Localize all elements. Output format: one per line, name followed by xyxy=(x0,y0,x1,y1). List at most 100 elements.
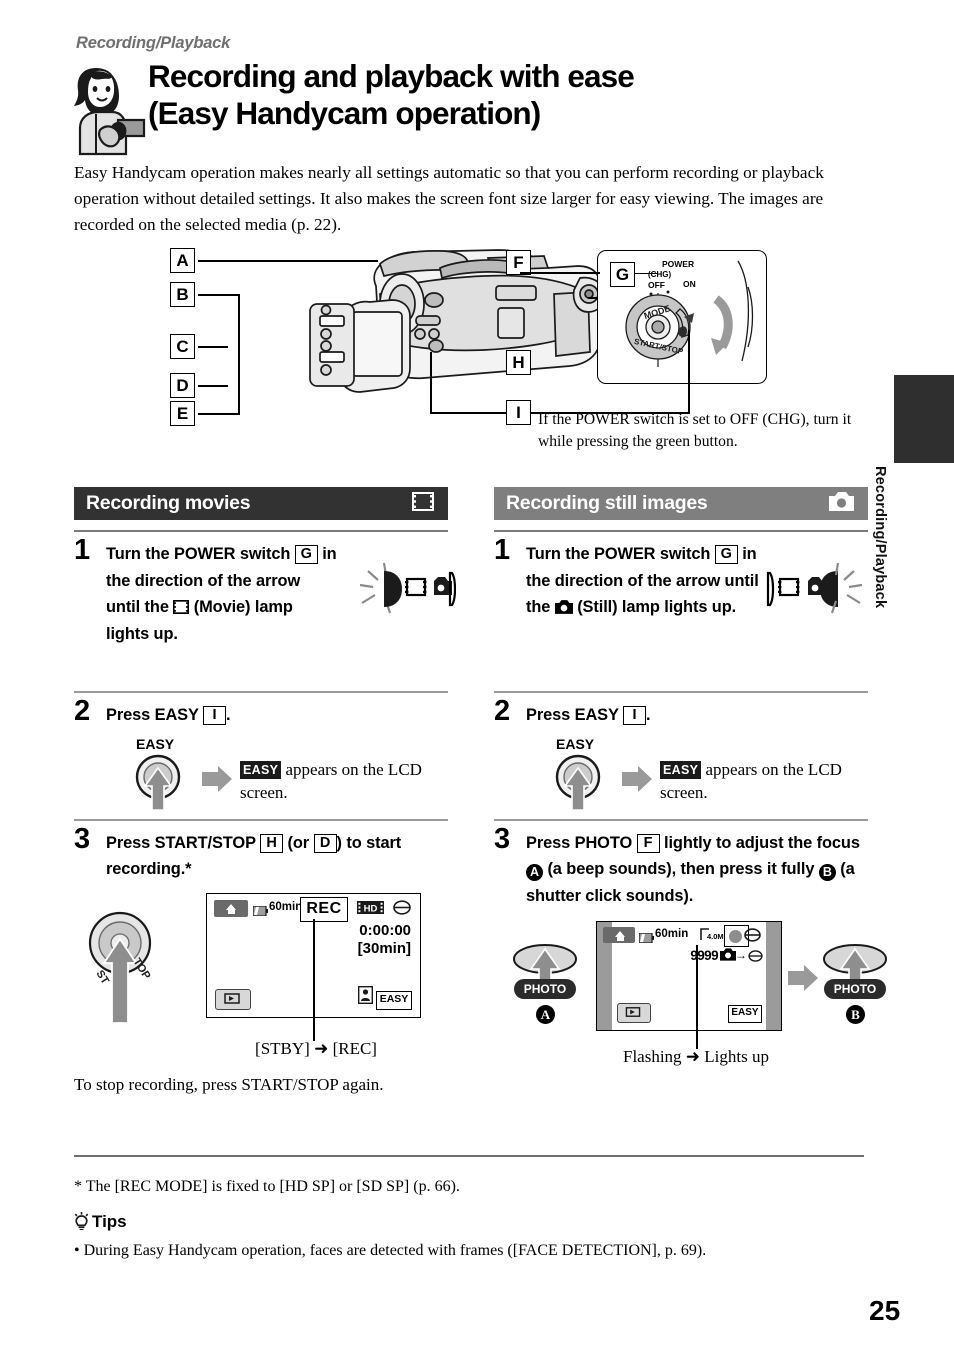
step-text-part-3: (Still) lamp lights up. xyxy=(572,598,737,617)
callout-ref-d: D xyxy=(313,833,337,853)
easy-button-label: EASY xyxy=(556,736,595,753)
rec-status-badge: REC xyxy=(300,896,348,922)
step-instruction: Press EASY I. xyxy=(106,702,448,729)
step-instruction: Press START/STOP H (or D) to start recor… xyxy=(106,830,436,883)
flow-arrow-icon xyxy=(622,766,652,797)
step-number: 2 xyxy=(74,694,91,727)
step-3-movies: 3 Press START/STOP H (or D) to start rec… xyxy=(74,824,448,1100)
person-with-camcorder-illustration xyxy=(66,58,150,156)
step-text-part-1: Turn the POWER switch xyxy=(106,545,295,564)
step-3-still: 3 Press PHOTO F lightly to adjust the fo… xyxy=(494,824,887,1100)
step-text-part-1: Turn the POWER switch xyxy=(526,545,715,564)
section-title: Recording still images xyxy=(506,492,708,514)
step-text-part-3: (a beep sounds), then press it fully xyxy=(543,860,819,879)
lead-line-b-bracket xyxy=(198,294,240,296)
lead-line-e xyxy=(198,413,240,415)
divider xyxy=(74,530,448,533)
inline-movie-icon xyxy=(173,598,190,616)
still-icon xyxy=(829,491,854,516)
easy-button-label: EASY xyxy=(136,736,175,753)
flashing-callout-line xyxy=(696,945,698,1050)
divider xyxy=(494,530,868,533)
photo-button-a-label[interactable]: PHOTO xyxy=(514,979,576,1000)
lead-line-a xyxy=(198,260,378,262)
callout-i: I xyxy=(506,400,531,425)
manual-page: Recording/Playback Recording and playbac… xyxy=(0,0,954,1357)
step-1-movies: 1 Turn the POWER switch G in the directi… xyxy=(74,536,457,691)
tips-heading: Tips xyxy=(92,1212,127,1231)
page-title-line1: Recording and playback with ease xyxy=(148,58,635,94)
photo-badge-b: B xyxy=(846,1005,865,1025)
step-2-movies: 2 Press EASY I. EASY EASY appears on the… xyxy=(74,696,448,827)
image-size-text: 4.0M xyxy=(707,932,724,942)
step-instruction: Turn the POWER switch G in the direction… xyxy=(106,541,338,647)
step-instruction: Turn the POWER switch G in the direction… xyxy=(526,541,776,621)
step-text: Press EASY xyxy=(526,705,624,724)
photo-button-b-group: PHOTO B xyxy=(822,943,890,1025)
callout-ref-b: B xyxy=(818,864,836,882)
step-number: 1 xyxy=(494,534,511,567)
divider xyxy=(494,691,868,693)
step-instruction: Press PHOTO F lightly to adjust the focu… xyxy=(526,830,871,910)
step-text-end: . xyxy=(646,705,651,724)
step-number: 1 xyxy=(74,534,91,567)
playback-button-icon[interactable] xyxy=(215,988,251,1010)
battery-icon xyxy=(638,930,654,948)
photo-button-b-label[interactable]: PHOTO xyxy=(824,979,886,1000)
easy-button-graphic: EASY EASY appears on the LCD screen. xyxy=(526,736,868,814)
remaining-photo-count: 9999 xyxy=(690,948,718,964)
battery-icon xyxy=(252,903,268,921)
aspect-bar-right xyxy=(766,922,781,1031)
easy-button-icon xyxy=(132,752,184,817)
easy-mode-tag: EASY xyxy=(376,990,412,1010)
home-button-icon[interactable] xyxy=(603,927,635,944)
section-kicker: Recording/Playback xyxy=(76,34,231,52)
easy-caption: EASY appears on the LCD screen. xyxy=(240,758,470,804)
arrow-to-media: → xyxy=(735,948,747,963)
flow-arrow-icon xyxy=(788,965,818,996)
step-text-end: . xyxy=(226,705,231,724)
step-text-part-2: lightly to adjust the focus xyxy=(659,833,860,852)
remaining-time: [30min] xyxy=(357,939,411,957)
movie-icon xyxy=(412,491,434,516)
lamp-indicator-still-active xyxy=(766,559,878,626)
step-text: Press EASY xyxy=(106,705,204,724)
intro-paragraph: Easy Handycam operation makes nearly all… xyxy=(74,163,824,234)
step-number: 2 xyxy=(494,694,511,727)
step-2-still: 2 Press EASY I. EASY EASY appears on the… xyxy=(494,696,868,827)
section-header-recording-still-images: Recording still images xyxy=(494,487,868,520)
easy-button-icon xyxy=(552,752,604,817)
stby-rec-caption: [STBY] ➜ [REC] xyxy=(255,1038,377,1058)
photo-indicator-dot xyxy=(729,929,742,943)
home-button-icon[interactable] xyxy=(214,899,248,917)
hd-format-icon: HD xyxy=(357,900,384,919)
flashing-caption: Flashing ➜ Lights up xyxy=(622,1047,769,1067)
callout-d: D xyxy=(170,373,195,398)
media-disc-icon xyxy=(393,899,411,920)
callout-a: A xyxy=(170,248,195,273)
playback-button-icon[interactable] xyxy=(617,1003,651,1024)
rec-callout-line xyxy=(313,918,315,1041)
media-disc-icon-small xyxy=(748,949,763,967)
inline-still-icon xyxy=(554,598,573,616)
callout-ref-h: H xyxy=(260,833,284,853)
step-instruction: Press EASY I. xyxy=(526,702,868,729)
lead-line-i-vert xyxy=(430,352,432,412)
step-number: 3 xyxy=(494,822,511,855)
svg-text:HD: HD xyxy=(364,903,378,914)
section-header-recording-movies: Recording movies xyxy=(74,487,448,520)
battery-remaining-text: 60min xyxy=(269,900,303,913)
callout-ref-f: F xyxy=(636,833,660,853)
face-detection-icon xyxy=(357,985,374,1009)
footnote: * The [REC MODE] is fixed to [HD SP] or … xyxy=(74,1178,460,1195)
power-switch-note: If the POWER switch is set to OFF (CHG),… xyxy=(538,411,852,450)
lamp-indicator-movie-active xyxy=(346,559,457,626)
lcd-mockup-photo: PHOTO A 60min 4.0M 9999 → EASY PHOTO B F… xyxy=(513,921,887,1091)
page-number: 25 xyxy=(869,1295,901,1326)
media-disc-icon xyxy=(744,928,761,947)
column-recording-still-images: Recording still images 1 Turn the POWER … xyxy=(494,487,887,1100)
section-title: Recording movies xyxy=(86,492,251,514)
easy-onscreen-chip: EASY xyxy=(240,761,282,780)
tip-item: • During Easy Handycam operation, faces … xyxy=(74,1242,707,1259)
callout-ref-g: G xyxy=(294,545,318,565)
